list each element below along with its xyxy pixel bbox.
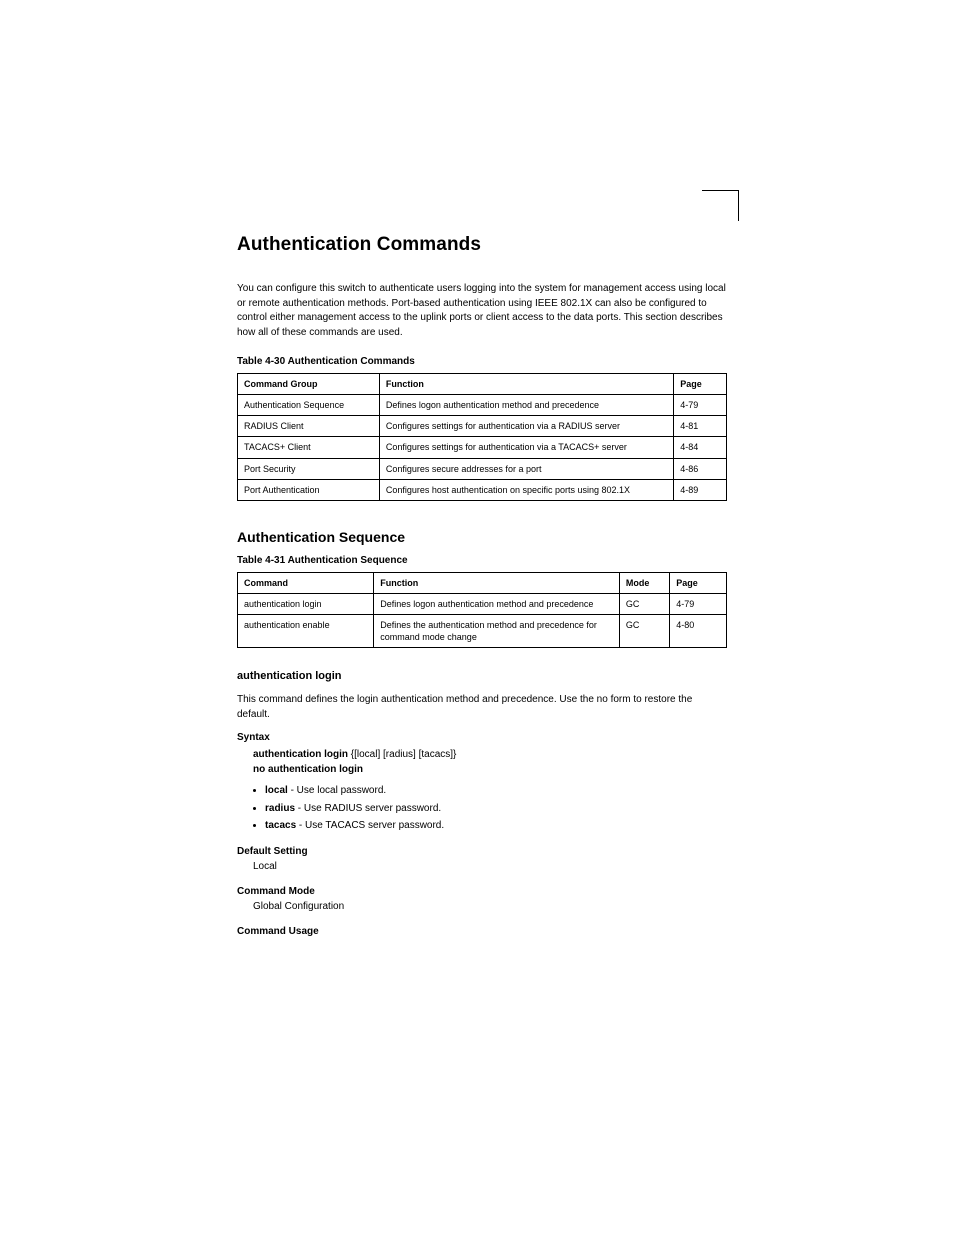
table-cell: Defines logon authentication method and … [379, 395, 673, 416]
usage-label: Command Usage [237, 926, 727, 937]
table-cell: Defines the authentication method and pr… [374, 615, 620, 648]
table-header: Mode [619, 572, 669, 593]
default-label: Default Setting [237, 846, 727, 857]
list-item: radius - Use RADIUS server password. [265, 801, 727, 817]
table1-caption: Table 4-30 Authentication Commands [237, 356, 727, 367]
cmdmode-text: Global Configuration [237, 899, 727, 914]
argument-list: local - Use local password. radius - Use… [237, 783, 727, 834]
table-cell: 4-80 [670, 615, 727, 648]
table-cell: 4-79 [670, 593, 727, 614]
default-text: Local [237, 859, 727, 874]
command-description: This command defines the login authentic… [237, 692, 727, 722]
crop-mark [702, 190, 739, 221]
table-row: authentication enable Defines the authen… [238, 615, 727, 648]
auth-commands-table: Command Group Function Page Authenticati… [237, 373, 727, 501]
table-header-row: Command Function Mode Page [238, 572, 727, 593]
syntax-line: no authentication login [237, 762, 727, 777]
arg-keyword: tacacs [265, 820, 296, 831]
table-cell: authentication login [238, 593, 374, 614]
table-header: Function [379, 374, 673, 395]
table-cell: Port Security [238, 458, 380, 479]
syntax-args: {[local] [radius] [tacacs]} [351, 749, 457, 760]
table-header: Page [670, 572, 727, 593]
table-cell: Configures settings for authentication v… [379, 437, 673, 458]
arg-keyword: local [265, 785, 288, 796]
list-item: tacacs - Use TACACS server password. [265, 818, 727, 834]
table-cell: Defines logon authentication method and … [374, 593, 620, 614]
table-header: Page [674, 374, 727, 395]
table-cell: RADIUS Client [238, 416, 380, 437]
intro-paragraph: You can configure this switch to authent… [237, 282, 727, 340]
table-row: Authentication Sequence Defines logon au… [238, 395, 727, 416]
syntax-keyword: no authentication login [253, 764, 363, 775]
table-cell: GC [619, 593, 669, 614]
arg-desc: - Use RADIUS server password. [295, 803, 441, 814]
arg-desc: - Use local password. [288, 785, 386, 796]
table-cell: Port Authentication [238, 479, 380, 500]
table-cell: Configures secure addresses for a port [379, 458, 673, 479]
table-row: RADIUS Client Configures settings for au… [238, 416, 727, 437]
arg-keyword: radius [265, 803, 295, 814]
table-row: Port Security Configures secure addresse… [238, 458, 727, 479]
table2-caption: Table 4-31 Authentication Sequence [237, 555, 727, 566]
table-row: TACACS+ Client Configures settings for a… [238, 437, 727, 458]
table-row: authentication login Defines logon authe… [238, 593, 727, 614]
table-cell: Authentication Sequence [238, 395, 380, 416]
table-row: Port Authentication Configures host auth… [238, 479, 727, 500]
table-cell: 4-89 [674, 479, 727, 500]
page-content: Authentication Commands You can configur… [237, 234, 727, 939]
table-cell: authentication enable [238, 615, 374, 648]
syntax-keyword: authentication login [253, 749, 348, 760]
table-header: Command [238, 572, 374, 593]
table-cell: Configures host authentication on specif… [379, 479, 673, 500]
table-header: Command Group [238, 374, 380, 395]
syntax-line: authentication login {[local] [radius] [… [237, 747, 727, 762]
table-header-row: Command Group Function Page [238, 374, 727, 395]
table-cell: 4-84 [674, 437, 727, 458]
syntax-block: Syntax authentication login {[local] [ra… [237, 732, 727, 834]
cmdmode-label: Command Mode [237, 886, 727, 897]
table-cell: 4-81 [674, 416, 727, 437]
section-heading: Authentication Sequence [237, 529, 727, 545]
table-cell: 4-86 [674, 458, 727, 479]
syntax-label: Syntax [237, 732, 727, 743]
table-cell: GC [619, 615, 669, 648]
arg-desc: - Use TACACS server password. [296, 820, 444, 831]
table-cell: TACACS+ Client [238, 437, 380, 458]
table-cell: Configures settings for authentication v… [379, 416, 673, 437]
list-item: local - Use local password. [265, 783, 727, 799]
page-title: Authentication Commands [237, 234, 727, 256]
table-cell: 4-79 [674, 395, 727, 416]
auth-sequence-table: Command Function Mode Page authenticatio… [237, 572, 727, 649]
table-header: Function [374, 572, 620, 593]
command-heading: authentication login [237, 670, 727, 682]
